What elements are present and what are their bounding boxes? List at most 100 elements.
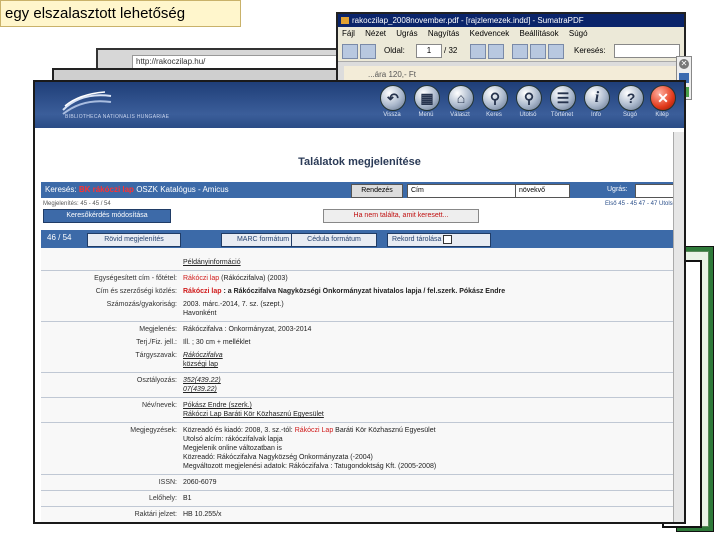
field-value: Közreadó: Rákóczifalva Nagyközség Önkorm…: [183, 454, 373, 461]
class-link[interactable]: 07(439.22): [183, 385, 678, 394]
menu-help[interactable]: Súgó: [569, 29, 588, 38]
save-checkbox[interactable]: [443, 234, 453, 244]
nav-label: Utolsó: [519, 112, 537, 118]
menu-go[interactable]: Ugrás: [396, 29, 417, 38]
field-label: Lelőhely:: [148, 495, 177, 502]
name-link[interactable]: Rákóczi Lap Baráti Kör Közhasznú Egyesül…: [183, 410, 678, 419]
field-label: Megjegyzések:: [130, 427, 177, 434]
record-nav-links[interactable]: Első 45 - 45 47 - 47 Utolsó: [605, 201, 676, 207]
search-input[interactable]: [614, 44, 680, 58]
menu-view[interactable]: Nézet: [365, 29, 386, 38]
library-icon: ⌂: [448, 85, 474, 111]
highlight: Rákóczi lap: [183, 288, 222, 295]
library-logo-icon: [62, 91, 112, 115]
page-total: / 32: [444, 46, 458, 55]
field-value: Rákóczi lap (Rákóczifalva) (2003): [183, 274, 678, 283]
highlight: Rákóczi Lap: [294, 427, 334, 434]
field-label: Cím és szerzőségi közlés:: [95, 288, 177, 295]
sort-button[interactable]: Rendezés: [351, 184, 403, 198]
zoom-in-icon[interactable]: [548, 44, 564, 59]
page-input[interactable]: 1: [416, 44, 442, 58]
display-info: Megjelenítés: 45 - 45 / 54: [43, 201, 111, 207]
nav-back-button[interactable]: ↶ Vissza: [375, 85, 409, 125]
field-value: Utolsó alcím: rákóczifalvak lapja: [183, 436, 283, 443]
scrollbar[interactable]: [673, 132, 684, 522]
nav-last-button[interactable]: ⚲ Utolsó: [511, 85, 545, 125]
nav-history-button[interactable]: ☰ Történet: [545, 85, 579, 125]
search-prefix: Keresés:: [45, 185, 77, 194]
menu-icon: ▦: [414, 85, 440, 111]
record-details: Példányinformáció Egységesített cím - fő…: [41, 248, 682, 522]
field-value: Havonként: [183, 310, 217, 317]
menu-favorites[interactable]: Kedvencek: [470, 29, 510, 38]
holdings-link[interactable]: Példányinformáció: [183, 258, 678, 267]
tab-save-record[interactable]: Rekord tárolása: [387, 233, 491, 247]
tab-card-format[interactable]: Cédula formátum: [291, 233, 377, 247]
field-value: Közreadó és kiadó: 2008, 3. sz.-tól: Rák…: [183, 426, 678, 435]
subject-link[interactable]: Rákóczifalva: [183, 351, 678, 360]
pdf-menu-bar: Fájl Nézet Ugrás Nagyítás Kedvencek Beál…: [338, 27, 684, 40]
prev-page-icon[interactable]: [470, 44, 486, 59]
catalog-header: BIBLIOTHECA NATIONALIS HUNGARIAE ↶ Vissz…: [35, 82, 684, 128]
exit-icon: ✕: [650, 85, 676, 111]
slide-title: egy elszalasztott lehetőség: [0, 0, 241, 27]
nav-search-button[interactable]: ⚲ Keres: [477, 85, 511, 125]
open-icon[interactable]: [342, 44, 358, 59]
search-database: OSZK Katalógus - Amicus: [136, 185, 229, 194]
field-label: Terj./Fiz. jell.:: [136, 339, 177, 346]
back-icon: ↶: [380, 85, 406, 111]
field-label: Egységesített cím - főtétel:: [94, 275, 177, 282]
class-link[interactable]: 352(439.22): [183, 376, 678, 385]
nav-info-button[interactable]: i Info: [579, 85, 613, 125]
menu-file[interactable]: Fájl: [342, 29, 355, 38]
field-text: Közreadó és kiadó: 2008, 3. sz.-tól:: [183, 427, 295, 434]
library-name: BIBLIOTHECA NATIONALIS HUNGARIAE: [65, 114, 170, 120]
pdf-page-text: ...ára 120,- Ft: [368, 70, 417, 79]
search-term: BK rákóczi lap: [78, 185, 134, 194]
history-icon: ☰: [550, 85, 576, 111]
nav-label: Keres: [486, 112, 502, 118]
print-icon[interactable]: [360, 44, 376, 59]
field-value: 2003. márc.-2014, 7. sz. (szept.): [183, 301, 284, 308]
menu-zoom[interactable]: Nagyítás: [428, 29, 460, 38]
pdf-window-title: rakoczilap_2008november.pdf - [rajzlemez…: [352, 16, 584, 25]
pdf-toolbar: Oldal: 1 / 32 Keresés:: [338, 40, 684, 62]
name-link[interactable]: Pókász Endre (szerk.): [183, 401, 678, 410]
record-count: 46 / 54: [47, 233, 72, 242]
modify-search-button[interactable]: Keresőkérdés módosítása: [43, 209, 171, 223]
fit-page-icon[interactable]: [512, 44, 528, 59]
field-value: Megváltozott megjelenési adatok: Rákóczi…: [183, 463, 437, 470]
highlight: Rákóczi lap: [183, 275, 220, 282]
nav-label: Kilép: [655, 112, 669, 118]
nav-label: Menü: [418, 112, 434, 118]
tab-save-record-label: Rekord tárolása: [392, 236, 442, 243]
not-found-button[interactable]: Ha nem találta, amit keresett...: [323, 209, 479, 223]
field-value: B1: [183, 495, 192, 502]
sort-order-select[interactable]: növekvő: [515, 184, 570, 198]
subject-link[interactable]: községi lap: [183, 360, 678, 369]
field-text: (Rákóczifalva) (2003): [219, 275, 288, 282]
nav-select-button[interactable]: ⌂ Választ: [443, 85, 477, 125]
close-icon[interactable]: ✕: [679, 59, 689, 69]
search-icon: ⚲: [482, 85, 508, 111]
nav-menu-button[interactable]: ▦ Menü: [409, 85, 443, 125]
sort-field-select[interactable]: Cím: [407, 184, 516, 198]
jump-input[interactable]: [635, 184, 677, 198]
tab-short-display[interactable]: Rövid megjelenítés: [87, 233, 181, 247]
nav-label: Választ: [450, 112, 470, 118]
nav-label: Info: [590, 112, 601, 118]
zoom-out-icon[interactable]: [530, 44, 546, 59]
last-search-icon: ⚲: [516, 85, 542, 111]
field-label: Tárgyszavak:: [135, 352, 177, 359]
field-label: Raktári jelzet:: [134, 511, 177, 518]
info-icon: i: [584, 85, 610, 111]
search-summary-bar: Keresés: BK rákóczi lap OSZK Katalógus -…: [41, 182, 682, 198]
nav-exit-button[interactable]: ✕ Kilép: [645, 85, 679, 125]
nav-label: Súgó: [622, 112, 637, 118]
nav-help-button[interactable]: ? Súgó: [613, 85, 647, 125]
next-page-icon[interactable]: [488, 44, 504, 59]
jump-label: Ugrás:: [607, 186, 628, 193]
field-value: Rákóczi lap : a Rákóczifalva Nagyközségi…: [183, 287, 678, 296]
field-value: Megjelenik online változatban is: [183, 445, 282, 452]
menu-settings[interactable]: Beállítások: [519, 29, 558, 38]
